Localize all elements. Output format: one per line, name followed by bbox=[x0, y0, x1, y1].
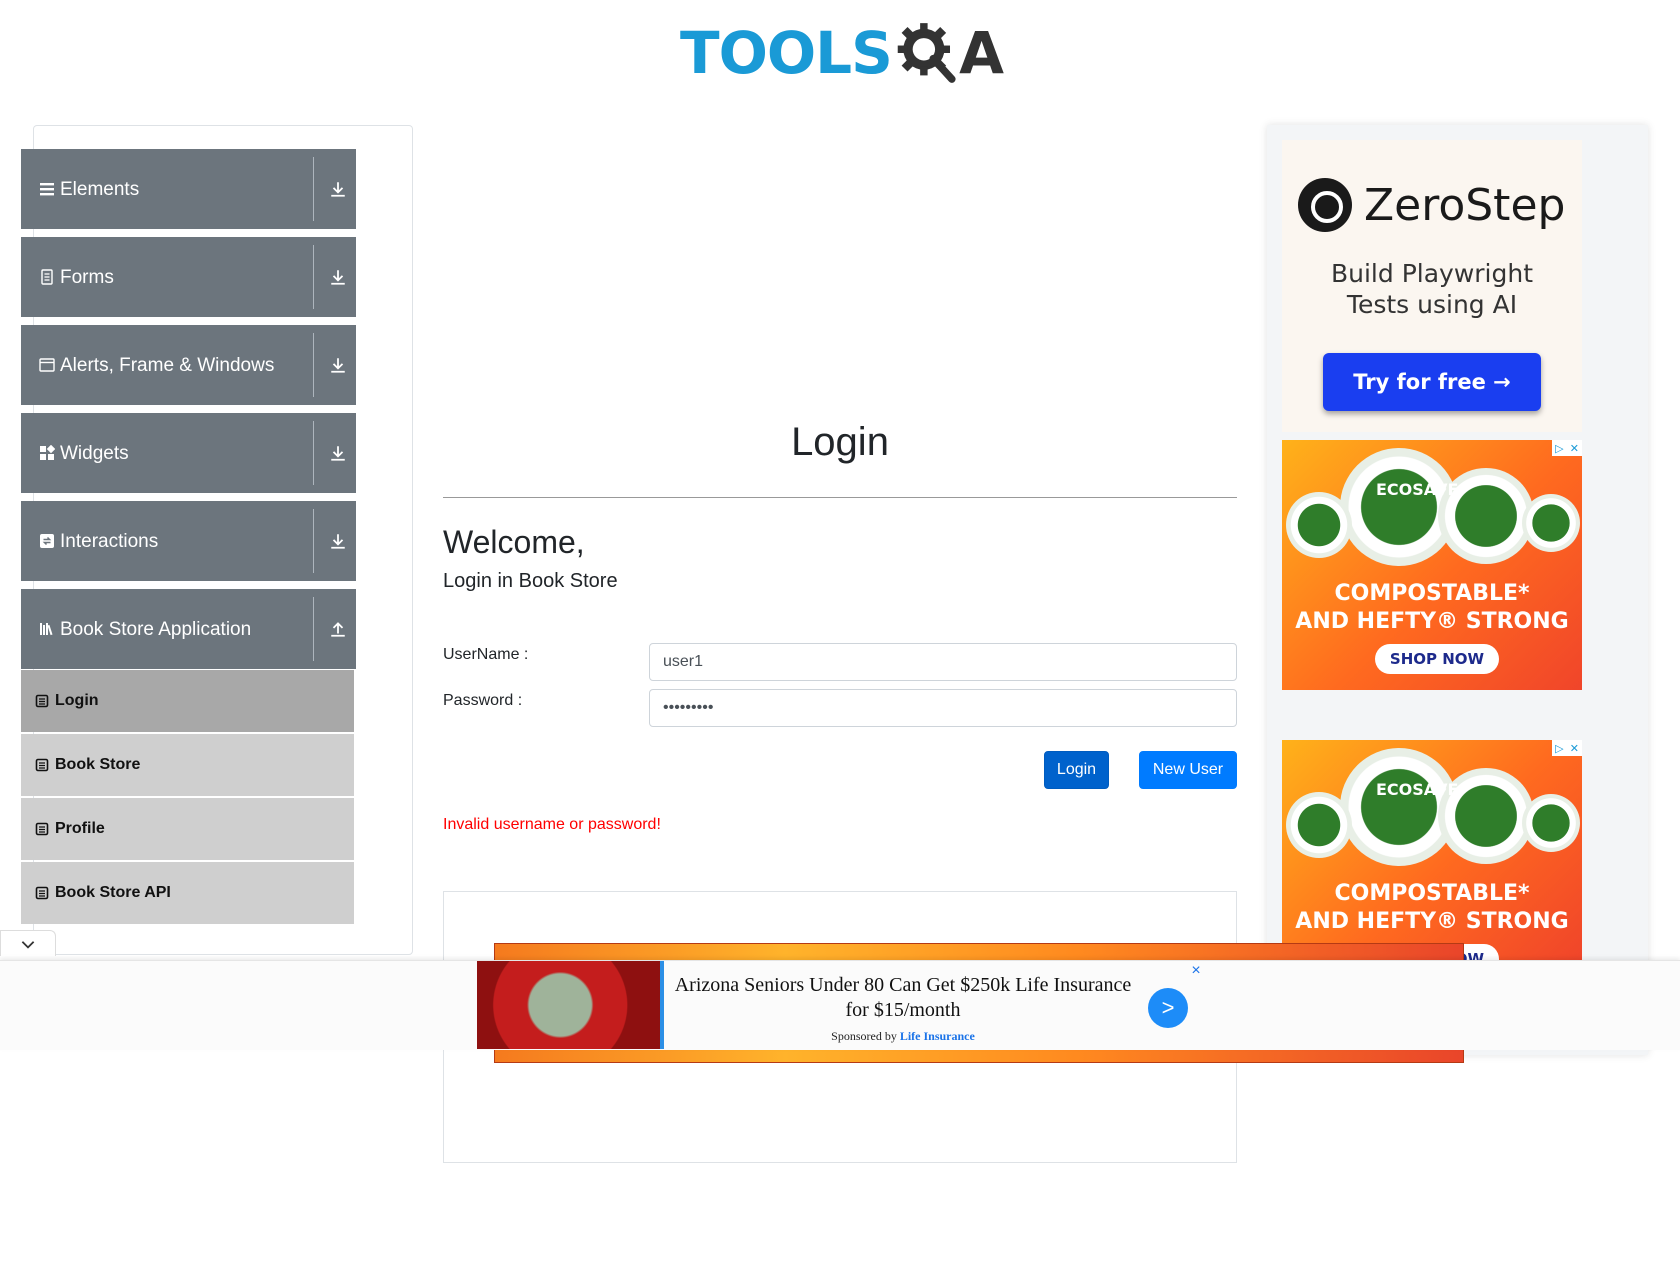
sticky-bottom-ad[interactable]: Arizona Seniors Under 80 Can Get $250k L… bbox=[0, 960, 1680, 1050]
hamburger-icon bbox=[38, 180, 56, 198]
hefty-tagline-line2: AND HEFTY® STRONG bbox=[1295, 909, 1569, 934]
expand-arrow-icon[interactable] bbox=[326, 353, 350, 377]
expand-arrow-icon[interactable] bbox=[326, 265, 350, 289]
zerostep-tagline-line1: Build Playwright bbox=[1330, 259, 1534, 288]
nav-group-elements[interactable]: Elements bbox=[21, 149, 356, 229]
list-icon bbox=[35, 886, 49, 900]
hefty-shop-now-button[interactable]: SHOP NOW bbox=[1375, 644, 1499, 674]
username-label: UserName : bbox=[443, 646, 529, 663]
new-user-button[interactable]: New User bbox=[1139, 751, 1237, 789]
expand-arrow-icon[interactable] bbox=[326, 177, 350, 201]
nav-group-divider bbox=[313, 421, 314, 485]
books-icon bbox=[38, 620, 56, 638]
plate-image bbox=[1286, 792, 1352, 858]
hefty-tagline: COMPOSTABLE* AND HEFTY® STRONG bbox=[1282, 880, 1582, 936]
sponsored-prefix: Sponsored by bbox=[831, 1029, 897, 1043]
zerostep-logo-icon bbox=[1298, 178, 1352, 232]
nav-item-label: Book Store API bbox=[55, 884, 171, 901]
list-icon bbox=[35, 758, 49, 772]
close-icon[interactable]: × bbox=[1188, 962, 1204, 979]
plate-image bbox=[1522, 494, 1580, 552]
chevron-down-icon bbox=[21, 940, 35, 949]
nav-group-divider bbox=[313, 157, 314, 221]
nav-item-label: Login bbox=[55, 692, 99, 709]
nav-item-book-store[interactable]: Book Store bbox=[21, 734, 354, 796]
nav-item-book-store-api[interactable]: Book Store API bbox=[21, 862, 354, 924]
nav-item-login[interactable]: Login bbox=[21, 670, 354, 732]
list-icon bbox=[35, 822, 49, 836]
nav-group-divider bbox=[313, 509, 314, 573]
hefty-tagline-line2: AND HEFTY® STRONG bbox=[1295, 609, 1569, 634]
nav-group-widgets[interactable]: Widgets bbox=[21, 413, 356, 493]
adchoices-icon[interactable]: ▷ ✕ bbox=[1552, 440, 1582, 456]
error-message: Invalid username or password! bbox=[443, 816, 661, 833]
ad-accent-bar bbox=[660, 961, 664, 1049]
hefty-ad-bottom[interactable]: ECOSAVE COMPOSTABLE* AND HEFTY® STRONG S… bbox=[1282, 740, 1582, 960]
nav-group-interactions[interactable]: Interactions bbox=[21, 501, 356, 581]
password-input[interactable]: ••••••••• bbox=[649, 689, 1237, 727]
login-button[interactable]: Login bbox=[1044, 751, 1109, 789]
nav-group-forms[interactable]: Forms bbox=[21, 237, 356, 317]
nav-item-label: Profile bbox=[55, 820, 105, 837]
sticky-ad-go-button[interactable]: > bbox=[1148, 988, 1188, 1028]
collapse-arrow-icon[interactable] bbox=[326, 617, 350, 641]
document-icon bbox=[38, 268, 56, 286]
plate-image bbox=[1286, 492, 1352, 558]
nav-group-label: Alerts, Frame & Windows bbox=[60, 354, 275, 376]
hefty-ecosave-brand: ECOSAVE bbox=[1376, 780, 1459, 799]
nav-item-label: Book Store bbox=[55, 756, 141, 773]
sticky-ad-sponsor: Sponsored by Life Insurance bbox=[668, 1029, 1138, 1044]
toolsqa-logo[interactable]: TOOLS A bbox=[680, 14, 1004, 92]
expand-arrow-icon[interactable] bbox=[326, 441, 350, 465]
plate-image bbox=[1522, 794, 1580, 852]
widgets-icon bbox=[38, 444, 56, 462]
zerostep-brand: ZeroStep bbox=[1364, 180, 1566, 231]
username-input[interactable]: user1 bbox=[649, 643, 1237, 681]
window-icon bbox=[38, 356, 56, 374]
nav-group-divider bbox=[313, 333, 314, 397]
nav-group-divider bbox=[313, 597, 314, 661]
sticky-ad-headline[interactable]: Arizona Seniors Under 80 Can Get $250k L… bbox=[668, 973, 1138, 1023]
cash-bag-image bbox=[477, 961, 662, 1049]
list-icon bbox=[35, 694, 49, 708]
nav-group-alerts-frame-windows[interactable]: Alerts, Frame & Windows bbox=[21, 325, 356, 405]
hefty-tagline: COMPOSTABLE* AND HEFTY® STRONG bbox=[1282, 580, 1582, 636]
sticky-ad-toggle[interactable] bbox=[0, 930, 56, 956]
login-subtitle: Login in Book Store bbox=[443, 570, 618, 592]
sponsor-link[interactable]: Life Insurance bbox=[900, 1029, 975, 1043]
page-title: Login bbox=[791, 420, 889, 464]
password-label: Password : bbox=[443, 692, 523, 709]
hefty-tagline-line1: COMPOSTABLE* bbox=[1334, 581, 1530, 606]
nav-group-book-store-application[interactable]: Book Store Application bbox=[21, 589, 356, 669]
welcome-heading: Welcome, bbox=[443, 524, 585, 560]
zerostep-tagline-line2: Tests using AI bbox=[1346, 290, 1518, 319]
adchoices-icon[interactable]: ▷ ✕ bbox=[1552, 740, 1582, 756]
nav-group-label: Book Store Application bbox=[60, 618, 252, 640]
zerostep-ad[interactable]: ZeroStep Build Playwright Tests using AI… bbox=[1282, 140, 1582, 432]
zerostep-tagline: Build Playwright Tests using AI bbox=[1282, 258, 1582, 320]
hefty-tagline-line1: COMPOSTABLE* bbox=[1334, 881, 1530, 906]
nav-group-label: Interactions bbox=[60, 530, 159, 552]
logo-text-tools: TOOLS bbox=[680, 19, 893, 87]
nav-group-label: Widgets bbox=[60, 442, 129, 464]
interactions-icon bbox=[38, 532, 56, 550]
zerostep-cta-button[interactable]: Try for free → bbox=[1323, 353, 1541, 411]
nav-item-profile[interactable]: Profile bbox=[21, 798, 354, 860]
hefty-ecosave-brand: ECOSAVE bbox=[1376, 480, 1459, 499]
nav-group-label: Elements bbox=[60, 178, 140, 200]
gear-magnifier-icon bbox=[897, 23, 956, 83]
expand-arrow-icon[interactable] bbox=[326, 529, 350, 553]
hefty-ad-top[interactable]: ECOSAVE COMPOSTABLE* AND HEFTY® STRONG S… bbox=[1282, 440, 1582, 690]
nav-group-label: Forms bbox=[60, 266, 114, 288]
title-divider bbox=[443, 497, 1237, 498]
nav-group-divider bbox=[313, 245, 314, 309]
logo-text-a: A bbox=[959, 19, 1004, 87]
